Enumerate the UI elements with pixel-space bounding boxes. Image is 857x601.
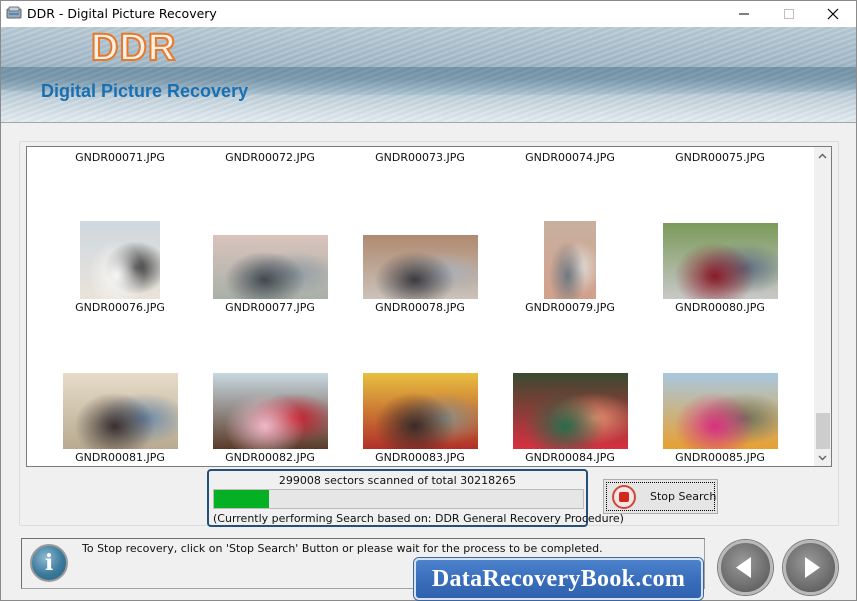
scan-progress-fill <box>214 490 270 508</box>
image-thumbnail[interactable] <box>662 373 778 449</box>
image-thumbnail[interactable] <box>362 373 478 449</box>
image-thumbnail[interactable] <box>62 373 178 449</box>
title-bar: DDR - Digital Picture Recovery <box>1 1 856 27</box>
image-thumbnail[interactable] <box>212 373 328 449</box>
app-icon <box>6 6 22 20</box>
chevron-down-icon <box>818 455 827 460</box>
stop-icon <box>612 485 636 509</box>
close-button[interactable] <box>810 1 856 27</box>
image-filename: GNDR00085.JPG <box>675 451 765 464</box>
brand-badge: DataRecoveryBook.com <box>414 558 703 600</box>
image-thumbnail[interactable] <box>80 221 160 299</box>
close-icon <box>827 8 839 20</box>
image-filename: GNDR00082.JPG <box>225 451 315 464</box>
maximize-icon <box>784 9 794 19</box>
image-filename: GNDR00073.JPG <box>375 151 465 164</box>
image-filename: GNDR00084.JPG <box>525 451 615 464</box>
info-icon: i <box>30 544 68 582</box>
ddr-logo: DDR <box>90 26 177 70</box>
status-message: To Stop recovery, click on 'Stop Search'… <box>82 542 603 555</box>
minimize-icon <box>739 13 749 15</box>
image-thumbnail[interactable] <box>662 223 778 299</box>
image-filename: GNDR00074.JPG <box>525 151 615 164</box>
chevron-up-icon <box>818 153 827 158</box>
brand-text: DataRecoveryBook.com <box>431 565 686 592</box>
scan-progress-bar <box>213 489 584 509</box>
image-thumbnail[interactable] <box>212 235 328 299</box>
image-thumbnail[interactable] <box>512 373 628 449</box>
scroll-down-button[interactable] <box>814 449 831 466</box>
product-subtitle: Digital Picture Recovery <box>41 81 249 101</box>
stop-search-label: Stop Search <box>650 490 717 503</box>
sectors-scanned-text: 299008 sectors scanned of total 30218265 <box>278 474 517 487</box>
window-title: DDR - Digital Picture Recovery <box>27 6 217 21</box>
image-filename: GNDR00071.JPG <box>75 151 165 164</box>
scrollbar-thumb[interactable] <box>816 413 830 449</box>
procedure-text: (Currently performing Search based on: D… <box>213 512 624 525</box>
scan-progress-box: 299008 sectors scanned of total 30218265… <box>207 469 624 527</box>
image-filename: GNDR00077.JPG <box>225 301 315 314</box>
header-banner: DDR Digital Picture Recovery <box>1 26 856 123</box>
stop-search-button[interactable]: Stop Search <box>603 479 718 514</box>
scroll-up-button[interactable] <box>814 147 831 164</box>
image-filename: GNDR00076.JPG <box>75 301 165 314</box>
minimize-button[interactable] <box>721 1 767 27</box>
next-arrow-icon <box>805 557 820 578</box>
image-thumbnail[interactable] <box>362 235 478 299</box>
image-thumbnail[interactable] <box>544 221 596 299</box>
app-window: DDR - Digital Picture Recovery DDR Digit… <box>0 0 857 601</box>
recovered-images-grid: GNDR00071.JPG GNDR00072.JPG GNDR00073.JPG G… <box>26 146 832 467</box>
back-arrow-icon <box>736 557 751 578</box>
next-button[interactable] <box>783 540 838 595</box>
image-filename: GNDR00080.JPG <box>675 301 765 314</box>
image-filename: GNDR00083.JPG <box>375 451 465 464</box>
image-filename: GNDR00081.JPG <box>75 451 165 464</box>
gallery-scrollbar[interactable] <box>814 147 831 466</box>
image-filename: GNDR00072.JPG <box>225 151 315 164</box>
image-filename: GNDR00075.JPG <box>675 151 765 164</box>
back-button[interactable] <box>718 540 773 595</box>
image-filename: GNDR00078.JPG <box>375 301 465 314</box>
maximize-button[interactable] <box>766 1 812 27</box>
image-filename: GNDR00079.JPG <box>525 301 615 314</box>
